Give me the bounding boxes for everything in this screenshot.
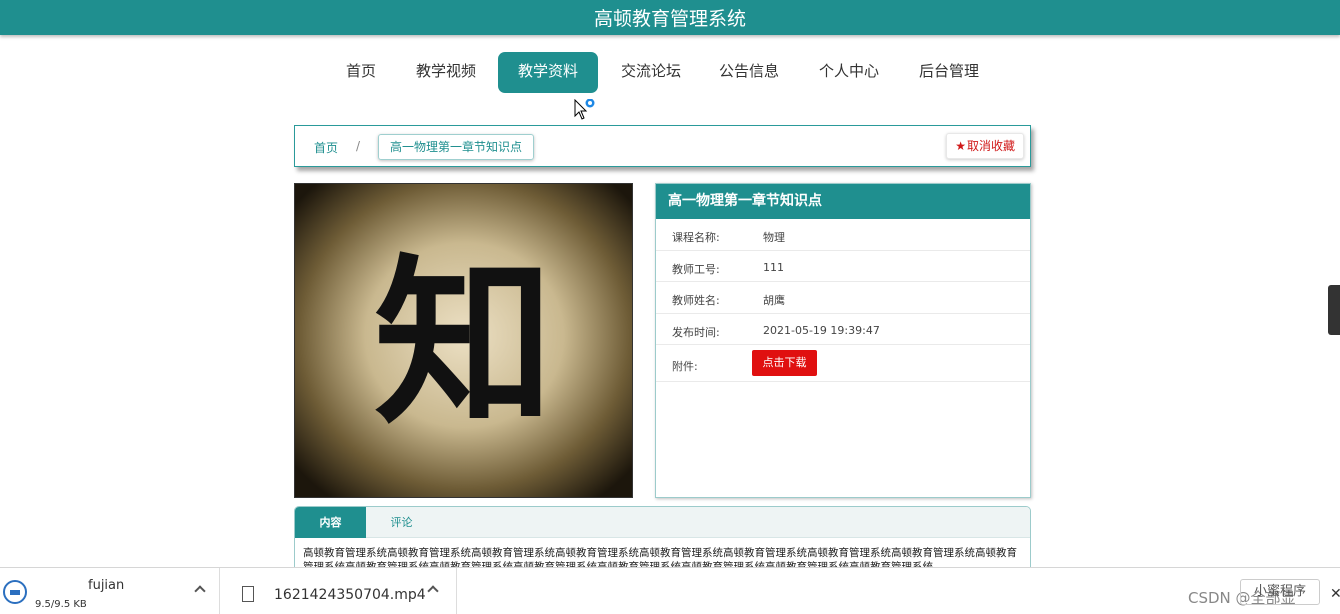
file-icon xyxy=(242,586,254,602)
info-value: 物理 xyxy=(763,231,785,244)
info-row-teacher-name: 教师姓名: 胡鹰 xyxy=(656,282,1030,314)
unfavorite-label: 取消收藏 xyxy=(966,139,1015,153)
show-all-button[interactable]: 小蜜程序 xyxy=(1240,579,1320,605)
tabs-bar: 内容 评论 xyxy=(295,507,1030,538)
info-value: 2021-05-19 19:39:47 xyxy=(763,323,880,337)
cover-glyph: 知 xyxy=(374,238,554,449)
info-row-publish-time: 发布时间: 2021-05-19 19:39:47 xyxy=(656,314,1030,345)
info-key: 教师姓名: xyxy=(672,294,720,307)
app-title: 高顿教育管理系统 xyxy=(593,8,746,30)
breadcrumb-home-link[interactable]: 首页 xyxy=(314,139,338,156)
main-nav: 首页 教学视频 教学资料 交流论坛 公告信息 个人中心 后台管理 xyxy=(0,52,1340,93)
download-item[interactable]: 1621424350704.mp4 xyxy=(222,568,457,614)
download-file-size: 9.5/9.5 KB xyxy=(35,599,87,610)
nav-item-admin[interactable]: 后台管理 xyxy=(906,52,992,93)
material-info-card: 高一物理第一章节知识点 课程名称: 物理 教师工号: 111 教师姓名: 胡鹰 … xyxy=(655,183,1031,498)
breadcrumb: 首页 / 高一物理第一章节知识点 ★取消收藏 xyxy=(294,125,1031,167)
nav-item-announcements[interactable]: 公告信息 xyxy=(706,52,792,93)
info-row-attachment: 附件: 点击下载 xyxy=(656,345,1030,382)
breadcrumb-separator: / xyxy=(356,139,361,153)
download-file-name: fujian xyxy=(88,578,125,593)
info-key: 发布时间: xyxy=(672,325,720,339)
close-icon[interactable]: ✕ xyxy=(1330,586,1340,602)
info-key: 课程名称: xyxy=(672,231,720,244)
cover-parchment-graphic: 知 xyxy=(295,184,632,497)
unfavorite-button[interactable]: ★取消收藏 xyxy=(946,133,1024,159)
download-bar: fujian 9.5/9.5 KB 1621424350704.mp4 CSDN… xyxy=(0,567,1340,614)
download-item[interactable]: fujian 9.5/9.5 KB xyxy=(0,568,220,614)
nav-item-forum[interactable]: 交流论坛 xyxy=(608,52,694,93)
info-key: 附件: xyxy=(672,360,698,373)
info-row-course: 课程名称: 物理 xyxy=(656,219,1030,251)
download-progress-icon xyxy=(3,580,27,604)
cover-image: 知 xyxy=(294,183,633,498)
nav-item-videos[interactable]: 教学视频 xyxy=(403,52,489,93)
info-row-teacher-id: 教师工号: 111 xyxy=(656,251,1030,282)
info-value: 胡鹰 xyxy=(763,294,785,307)
breadcrumb-current: 高一物理第一章节知识点 xyxy=(378,134,535,160)
star-icon: ★ xyxy=(955,139,966,153)
info-value: 111 xyxy=(763,260,784,274)
nav-item-profile[interactable]: 个人中心 xyxy=(806,52,892,93)
material-title: 高一物理第一章节知识点 xyxy=(656,184,1030,219)
nav-item-materials[interactable]: 教学资料 xyxy=(498,52,598,93)
chevron-up-icon[interactable] xyxy=(427,585,439,597)
tab-comments[interactable]: 评论 xyxy=(366,507,437,538)
top-header: 高顿教育管理系统 xyxy=(0,0,1340,35)
download-file-name: 1621424350704.mp4 xyxy=(274,587,426,603)
mouse-cursor-icon xyxy=(574,99,595,120)
download-button[interactable]: 点击下载 xyxy=(752,350,817,376)
nav-item-home[interactable]: 首页 xyxy=(333,52,389,93)
chevron-up-icon[interactable] xyxy=(194,585,206,597)
tab-content[interactable]: 内容 xyxy=(295,507,366,538)
info-key: 教师工号: xyxy=(672,262,720,276)
side-panel-handle[interactable] xyxy=(1328,285,1340,335)
